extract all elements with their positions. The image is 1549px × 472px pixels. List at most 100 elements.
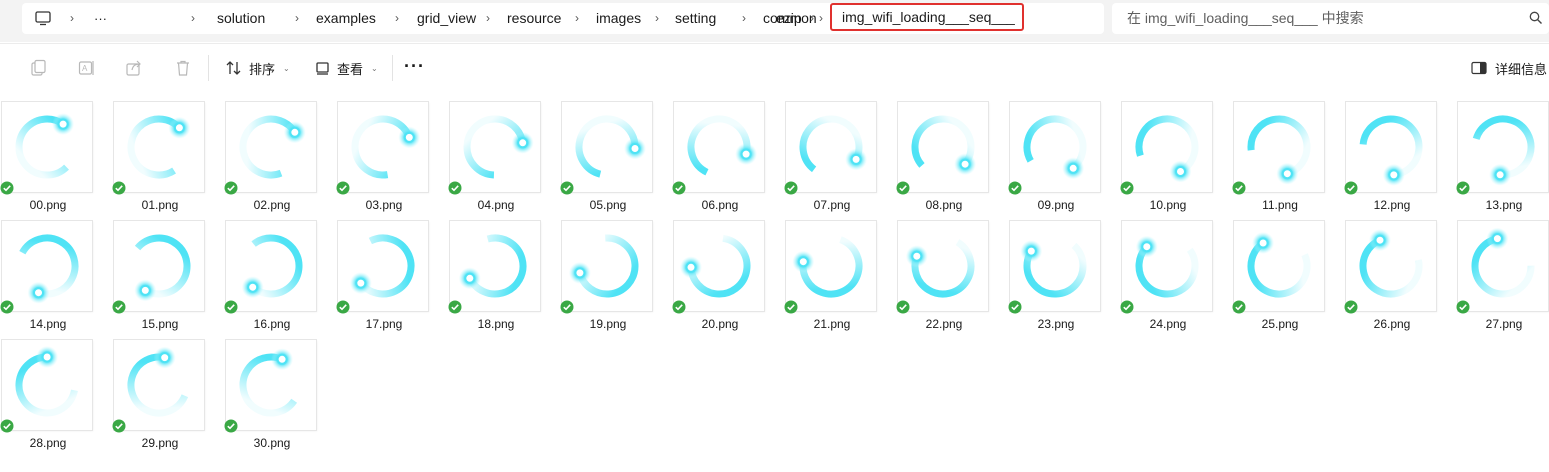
file-thumbnail bbox=[786, 221, 876, 311]
spinner-head-core bbox=[1025, 245, 1037, 257]
spinner-arc bbox=[911, 115, 975, 179]
loading-spinner-image bbox=[1023, 115, 1087, 180]
file-item[interactable]: 07.png bbox=[784, 92, 896, 212]
crumb-solution[interactable]: solution bbox=[217, 3, 265, 34]
chevron-right-icon[interactable]: › bbox=[391, 3, 403, 34]
share-icon[interactable] bbox=[124, 58, 144, 78]
spinner-head-core bbox=[159, 352, 171, 364]
trash-icon[interactable] bbox=[173, 58, 193, 78]
loading-spinner-image bbox=[911, 115, 977, 179]
crumb-current-folder[interactable]: img_wifi_loading___seq___ bbox=[830, 3, 1024, 31]
spinner-head-core bbox=[959, 158, 971, 170]
rename-icon[interactable]: A bbox=[77, 58, 97, 78]
checkmark-icon bbox=[560, 300, 574, 314]
file-item[interactable]: 04.png bbox=[448, 92, 560, 212]
view-button[interactable]: 查看 ⌄ bbox=[315, 54, 378, 82]
loading-spinner-image bbox=[239, 348, 303, 417]
loading-spinner-image bbox=[1247, 232, 1311, 298]
loading-spinner-image bbox=[1020, 234, 1087, 298]
file-item[interactable]: 06.png bbox=[672, 92, 784, 212]
file-thumbnail bbox=[2, 102, 92, 192]
file-item[interactable]: 14.png bbox=[0, 211, 112, 331]
chevron-right-icon[interactable]: › bbox=[651, 3, 663, 34]
file-item[interactable]: 03.png bbox=[336, 92, 448, 212]
spinner-head-core bbox=[1374, 234, 1386, 246]
spinner-head-core bbox=[33, 287, 44, 299]
search-input[interactable]: 在 img_wifi_loading___seq___ 中搜索 bbox=[1127, 3, 1364, 34]
file-item[interactable]: 02.png bbox=[224, 92, 336, 212]
file-item[interactable]: 16.png bbox=[224, 211, 336, 331]
file-item[interactable]: 11.png bbox=[1232, 92, 1344, 212]
file-name: 08.png bbox=[925, 198, 963, 212]
file-name: 25.png bbox=[1261, 317, 1299, 331]
file-item[interactable]: 20.png bbox=[672, 211, 784, 331]
crumb-ezip[interactable]: ezip bbox=[776, 3, 802, 34]
chevron-right-icon[interactable]: › bbox=[571, 3, 583, 34]
chevron-right-icon[interactable]: › bbox=[187, 3, 199, 34]
file-name: 15.png bbox=[141, 317, 179, 331]
checkmark-icon bbox=[224, 181, 238, 195]
spinner-head-core bbox=[1067, 162, 1079, 174]
details-pane-button[interactable]: 详细信息 bbox=[1471, 54, 1549, 82]
file-item[interactable]: 30.png bbox=[224, 330, 336, 450]
file-item[interactable]: 12.png bbox=[1344, 92, 1456, 212]
file-item[interactable]: 00.png bbox=[0, 92, 112, 212]
crumb-examples[interactable]: examples bbox=[316, 3, 376, 34]
file-thumbnail bbox=[1346, 221, 1436, 311]
chevron-right-icon[interactable]: › bbox=[66, 3, 78, 34]
file-item[interactable]: 15.png bbox=[112, 211, 224, 331]
computer-icon[interactable] bbox=[32, 3, 54, 34]
file-thumbnail bbox=[1458, 102, 1548, 192]
file-item[interactable]: 01.png bbox=[112, 92, 224, 212]
toolbar-divider bbox=[208, 55, 209, 81]
spinner-head-core bbox=[1257, 237, 1269, 249]
loading-spinner-image bbox=[463, 115, 534, 179]
copy-icon[interactable] bbox=[28, 58, 48, 78]
chevron-right-icon[interactable]: › bbox=[738, 3, 750, 34]
file-item[interactable]: 26.png bbox=[1344, 211, 1456, 331]
chevron-right-icon[interactable]: › bbox=[482, 3, 494, 34]
checkmark-icon bbox=[1008, 181, 1022, 195]
file-item[interactable]: 24.png bbox=[1120, 211, 1232, 331]
chevron-right-icon[interactable]: › bbox=[815, 3, 827, 34]
more-options-button[interactable]: ··· bbox=[404, 56, 425, 76]
chevron-right-icon[interactable]: › bbox=[291, 3, 303, 34]
search-icon[interactable] bbox=[1529, 11, 1543, 25]
file-item[interactable]: 23.png bbox=[1008, 211, 1120, 331]
file-item[interactable]: 22.png bbox=[896, 211, 1008, 331]
chevron-down-icon: ⌄ bbox=[283, 63, 290, 73]
file-item[interactable]: 13.png bbox=[1456, 92, 1549, 212]
loading-spinner-image bbox=[127, 346, 191, 417]
crumb-setting[interactable]: setting bbox=[675, 3, 716, 34]
file-item[interactable]: 17.png bbox=[336, 211, 448, 331]
file-item[interactable]: 28.png bbox=[0, 330, 112, 450]
view-icon bbox=[316, 62, 329, 75]
checkmark-icon bbox=[784, 181, 798, 195]
view-label: 查看 bbox=[337, 61, 364, 77]
file-item[interactable]: 18.png bbox=[448, 211, 560, 331]
file-thumbnail bbox=[1458, 221, 1548, 311]
spinner-head-core bbox=[1175, 166, 1186, 177]
loading-spinner-image bbox=[15, 346, 79, 417]
file-item[interactable]: 25.png bbox=[1232, 211, 1344, 331]
file-thumbnail bbox=[450, 102, 540, 192]
file-item[interactable]: 21.png bbox=[784, 211, 896, 331]
sort-button[interactable]: 排序 ⌄ bbox=[225, 54, 290, 82]
file-item[interactable]: 27.png bbox=[1456, 211, 1549, 331]
checkmark-icon bbox=[896, 300, 910, 314]
checkmark-icon bbox=[896, 181, 910, 195]
file-item[interactable]: 19.png bbox=[560, 211, 672, 331]
file-item[interactable]: 05.png bbox=[560, 92, 672, 212]
crumb-overflow[interactable]: ··· bbox=[94, 3, 107, 34]
file-thumbnail bbox=[1122, 221, 1212, 311]
checkmark-icon bbox=[1008, 300, 1022, 314]
file-item[interactable]: 08.png bbox=[896, 92, 1008, 212]
file-item[interactable]: 09.png bbox=[1008, 92, 1120, 212]
file-item[interactable]: 29.png bbox=[112, 330, 224, 450]
file-item[interactable]: 10.png bbox=[1120, 92, 1232, 212]
search-box[interactable]: 在 img_wifi_loading___seq___ 中搜索 bbox=[1112, 3, 1549, 34]
crumb-images[interactable]: images bbox=[596, 3, 641, 34]
spinner-head-core bbox=[1141, 241, 1153, 253]
crumb-resource[interactable]: resource bbox=[507, 3, 561, 34]
crumb-grid-view[interactable]: grid_view bbox=[417, 3, 476, 34]
